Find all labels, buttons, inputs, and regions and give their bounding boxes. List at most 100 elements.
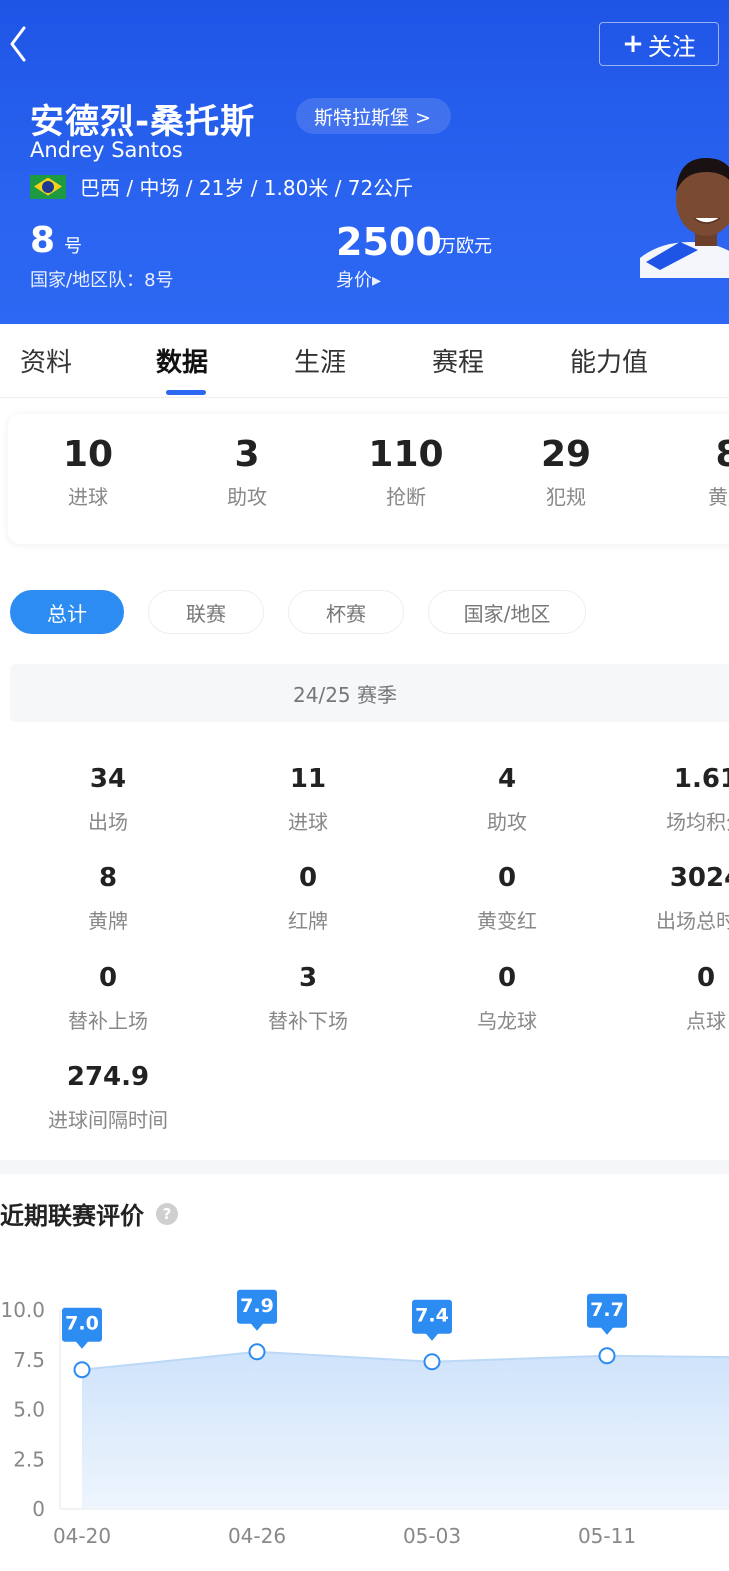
follow-button[interactable]: + 关注 <box>599 22 719 66</box>
stat-label: 出场总时间 <box>656 909 729 933</box>
stat-item: 8 黄牌 <box>8 863 208 934</box>
summary-assists: 3 助攻 <box>187 434 307 510</box>
stat-item: 11 进球 <box>208 764 408 835</box>
stat-value: 34 <box>89 764 127 794</box>
player-avatar <box>640 158 729 278</box>
stat-value: 3024 <box>669 863 729 893</box>
filter-total[interactable]: 总计 <box>10 590 124 634</box>
stat-value: 0 <box>298 863 318 893</box>
stat-value: 8 <box>98 863 118 893</box>
tab-ability[interactable]: 能力值 <box>570 342 648 379</box>
rating-point <box>598 1347 616 1365</box>
player-name-cn: 安德烈-桑托斯 <box>30 102 256 142</box>
rating-label: 7.4 <box>415 1305 449 1327</box>
stat-value: 11 <box>289 764 327 794</box>
filter-cup[interactable]: 杯赛 <box>288 590 404 634</box>
help-icon[interactable]: ? <box>156 1202 178 1225</box>
y-tick-label: 2.5 <box>13 1447 45 1471</box>
summary-card: 10 进球 3 助攻 110 抢断 29 犯规 8 黄牌 <box>8 414 729 544</box>
back-arrow-icon <box>10 26 26 62</box>
section-divider <box>0 1160 729 1174</box>
stat-item: 3 替补下场 <box>208 963 408 1034</box>
stat-label: 出场 <box>88 810 128 834</box>
active-tab-indicator <box>166 390 206 395</box>
summary-value: 29 <box>540 434 592 475</box>
stat-item: 1.61 场均积分 <box>606 764 729 835</box>
tab-schedule[interactable]: 赛程 <box>432 342 484 379</box>
rating-area <box>82 1351 729 1509</box>
x-tick-label: 04-20 <box>53 1524 111 1548</box>
rating-point <box>423 1353 441 1371</box>
market-value: 2500 <box>336 220 442 264</box>
rating-label: 7.7 <box>590 1299 624 1321</box>
summary-goals: 10 进球 <box>28 434 148 510</box>
filter-national[interactable]: 国家/地区 <box>428 590 586 634</box>
summary-yellow-cards: 8 黄牌 <box>668 434 729 510</box>
stat-item: 0 红牌 <box>208 863 408 934</box>
stat-value: 3 <box>298 963 318 993</box>
summary-label: 犯规 <box>546 485 586 509</box>
season-selector[interactable]: 24/25 赛季 <box>10 664 729 722</box>
tab-profile[interactable]: 资料 <box>20 342 72 379</box>
rating-label: 7.0 <box>65 1313 99 1335</box>
market-value-unit: 万欧元 <box>438 236 492 257</box>
stat-value: 4 <box>497 764 517 794</box>
stat-label: 进球 <box>288 810 328 834</box>
summary-value: 8 <box>715 434 729 475</box>
stat-label: 黄牌 <box>88 909 128 933</box>
stat-value: 1.61 <box>673 764 729 794</box>
stat-value: 0 <box>98 963 118 993</box>
stat-label: 进球间隔时间 <box>48 1108 168 1132</box>
rating-label: 7.9 <box>240 1295 274 1317</box>
stat-value: 274.9 <box>66 1062 150 1092</box>
tab-data[interactable]: 数据 <box>156 342 208 379</box>
summary-label: 助攻 <box>227 485 267 509</box>
tab-bar: 资料 数据 生涯 赛程 能力值 <box>0 324 729 398</box>
y-tick-label: 10.0 <box>0 1298 45 1322</box>
y-tick-label: 5.0 <box>13 1398 45 1422</box>
stat-item: 4 助攻 <box>407 764 607 835</box>
team-link[interactable]: 斯特拉斯堡 > <box>296 98 451 134</box>
y-tick-label: 7.5 <box>13 1348 45 1372</box>
stat-item: 0 黄变红 <box>407 863 607 934</box>
player-header: + 关注 安德烈-桑托斯 斯特拉斯堡 > Andrey Santos 巴西 / … <box>0 0 729 324</box>
stat-label: 助攻 <box>487 810 527 834</box>
stat-item: 3024 出场总时间 <box>606 863 729 934</box>
market-value-link[interactable]: 身价▸ <box>336 266 381 292</box>
stat-label: 红牌 <box>288 909 328 933</box>
rating-chart: 10.0 7.5 5.0 2.5 0 7.0 04-20 7.9 04-26 7.4 05-03 7.… <box>0 1289 729 1548</box>
summary-tackles: 110 抢断 <box>346 434 466 510</box>
summary-label: 进球 <box>68 485 108 509</box>
summary-label: 抢断 <box>386 485 426 509</box>
summary-fouls: 29 犯规 <box>506 434 626 510</box>
national-team-number: 国家/地区队：8号 <box>30 270 174 291</box>
x-tick-label: 05-03 <box>403 1524 461 1548</box>
stat-label: 场均积分 <box>666 810 729 834</box>
stat-item: 34 出场 <box>8 764 208 835</box>
shirt-number: 8 <box>30 220 56 261</box>
player-info-row: 巴西 / 中场 / 21岁 / 1.80米 / 72公斤 <box>30 172 413 201</box>
stat-label: 点球 <box>686 1009 726 1033</box>
summary-value: 110 <box>368 434 444 475</box>
brazil-flag-icon <box>30 174 66 199</box>
tab-career[interactable]: 生涯 <box>294 342 346 379</box>
stat-label: 替补上场 <box>68 1009 148 1033</box>
stat-item: 0 乌龙球 <box>407 963 607 1034</box>
plus-icon: + <box>622 29 644 59</box>
follow-label: 关注 <box>647 32 696 61</box>
player-name-en: Andrey Santos <box>30 138 183 162</box>
summary-label: 黄牌 <box>708 485 729 509</box>
stat-item: 274.9 进球间隔时间 <box>8 1062 208 1133</box>
filter-league[interactable]: 联赛 <box>148 590 264 634</box>
stat-label: 黄变红 <box>477 909 537 933</box>
stat-value: 0 <box>696 963 716 993</box>
y-tick-label: 0 <box>32 1497 45 1521</box>
stat-item: 0 点球 <box>606 963 729 1034</box>
stat-value: 0 <box>497 863 517 893</box>
shirt-number-unit: 号 <box>64 236 82 257</box>
stat-label: 替补下场 <box>268 1009 348 1033</box>
stat-item: 0 替补上场 <box>8 963 208 1034</box>
back-button[interactable] <box>4 22 34 62</box>
rating-point <box>248 1343 266 1361</box>
rating-title-text: 近期联赛评价 <box>0 1202 144 1230</box>
